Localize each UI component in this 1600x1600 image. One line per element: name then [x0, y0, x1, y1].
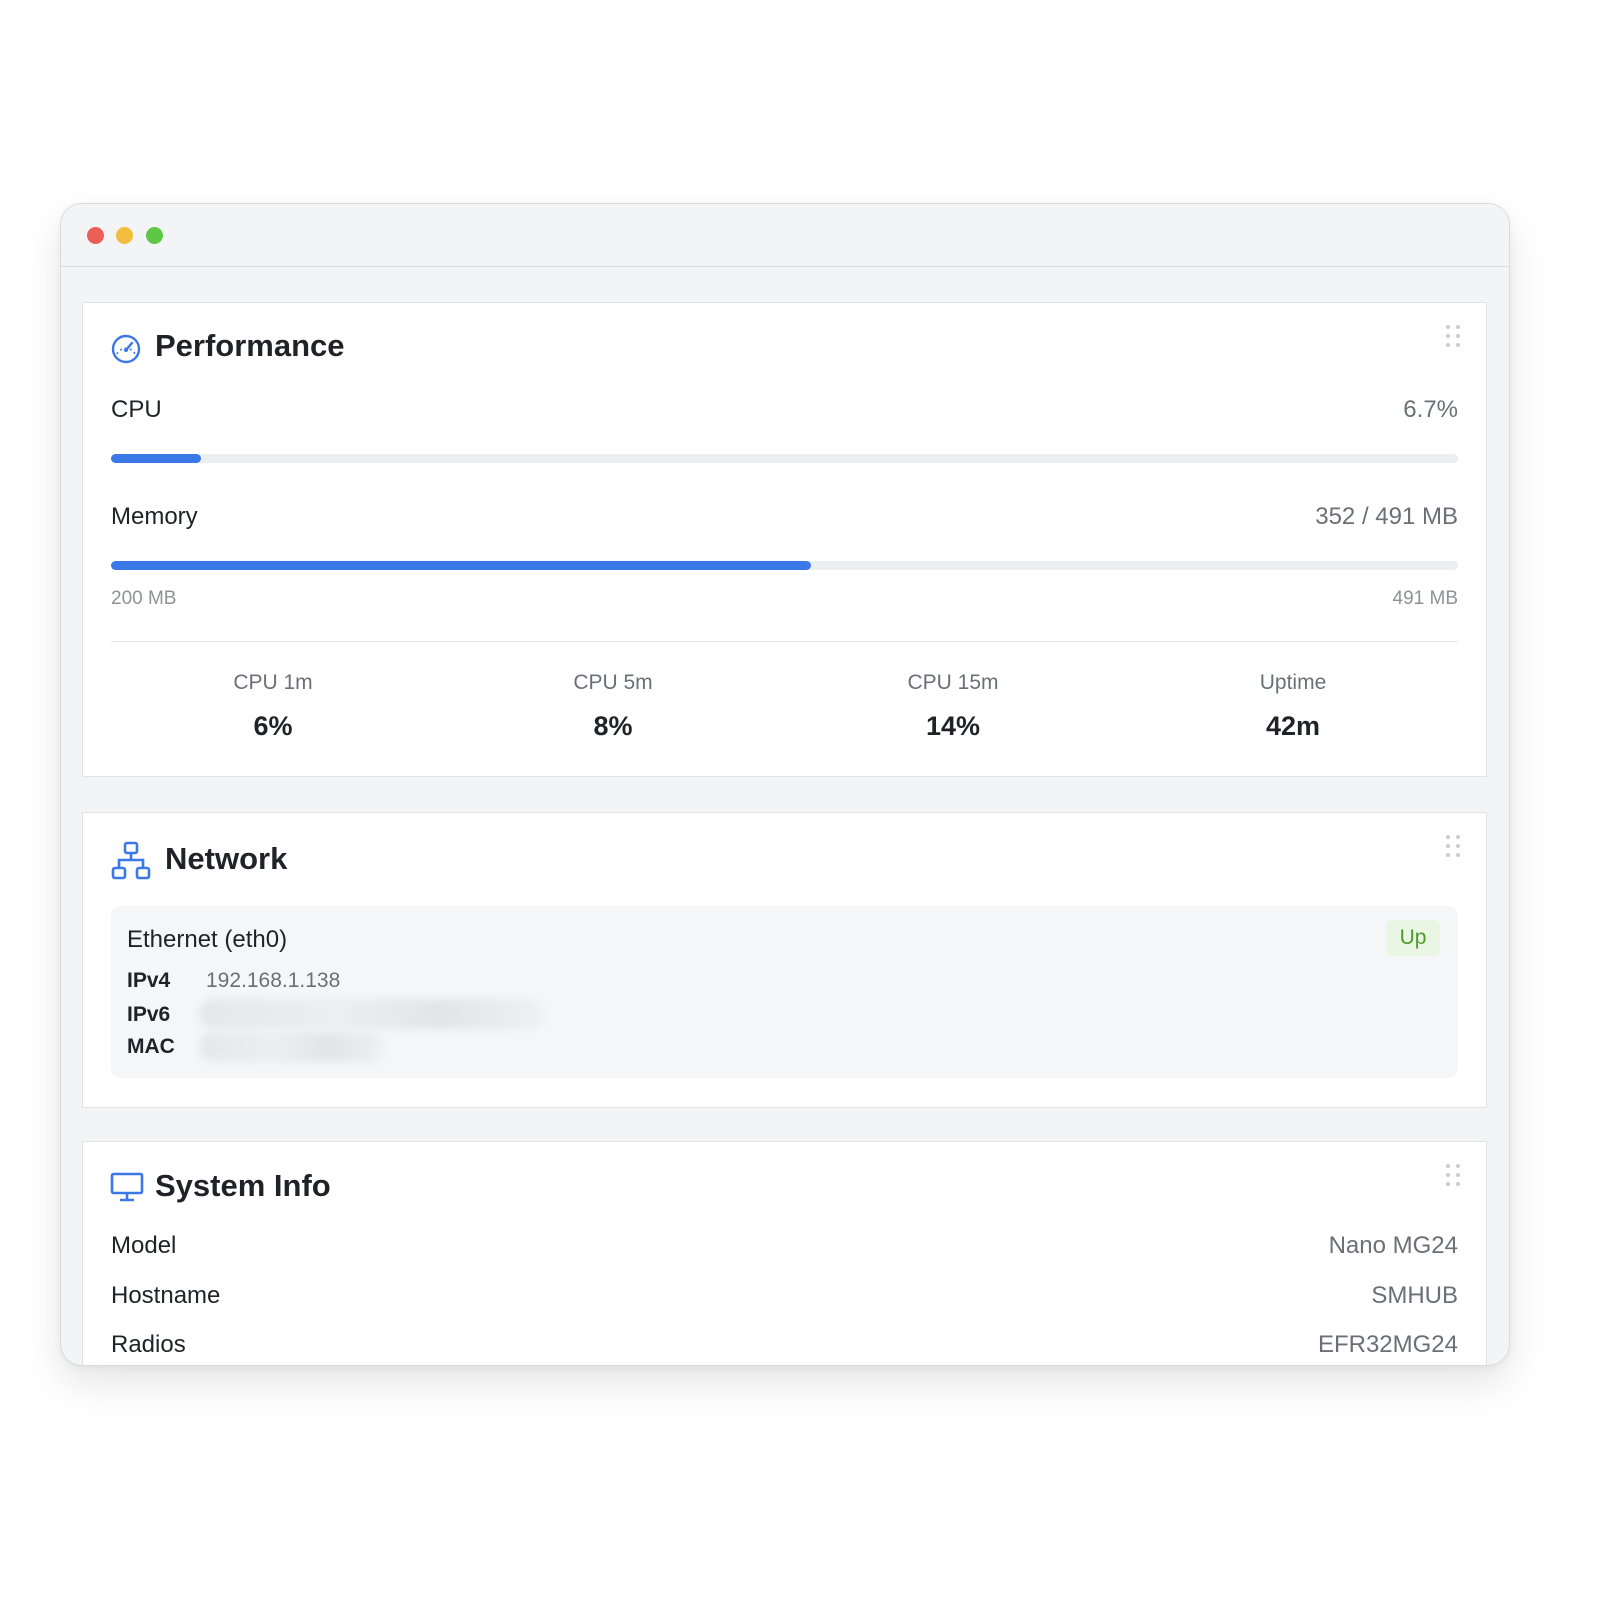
memory-max-label: 491 MB	[1392, 588, 1458, 609]
memory-progress-bar	[111, 561, 1458, 570]
stat-label: Uptime	[1259, 671, 1327, 694]
stats-divider	[111, 641, 1458, 642]
stat-value: 6%	[253, 711, 293, 741]
drag-handle-icon[interactable]	[1444, 835, 1462, 859]
minimize-window-button[interactable]	[116, 227, 133, 244]
ipv4-label: IPv4	[127, 969, 171, 992]
model-label: Model	[111, 1232, 177, 1259]
mac-label: MAC	[127, 1035, 175, 1058]
app-window: Performance CPU 6.7% Memory 352 / 491 MB…	[60, 203, 1510, 1366]
cpu-progress-fill	[111, 454, 202, 463]
drag-handle-icon[interactable]	[1444, 1164, 1462, 1188]
hostname-value: SMHUB	[1371, 1282, 1458, 1309]
title-bar	[61, 204, 1509, 267]
performance-title: Performance	[155, 328, 345, 363]
stat-label: CPU 15m	[907, 671, 999, 694]
stat-cpu-1m: CPU 1m 6%	[123, 671, 423, 742]
memory-progress-fill	[111, 561, 812, 570]
stat-label: CPU 1m	[233, 671, 313, 694]
gauge-icon	[111, 334, 141, 364]
stat-cpu-15m: CPU 15m 14%	[803, 671, 1103, 742]
memory-min-label: 200 MB	[111, 588, 177, 609]
ipv6-value-redacted	[199, 999, 544, 1029]
stat-uptime: Uptime 42m	[1143, 671, 1443, 742]
cpu-value: 6.7%	[1403, 396, 1458, 423]
model-value: Nano MG24	[1328, 1232, 1458, 1259]
performance-card: Performance CPU 6.7% Memory 352 / 491 MB…	[82, 302, 1487, 777]
network-card: Network Ethernet (eth0) Up IPv4 192.168.…	[82, 812, 1487, 1108]
system-info-card: System Info Model Nano MG24 Hostname SMH…	[82, 1141, 1487, 1365]
interface-name: Ethernet (eth0)	[127, 926, 288, 953]
radios-value: EFR32MG24	[1317, 1331, 1458, 1358]
network-icon	[111, 841, 151, 880]
network-title: Network	[165, 841, 288, 876]
stat-value: 8%	[593, 711, 633, 741]
stat-value: 42m	[1265, 711, 1321, 741]
close-window-button[interactable]	[87, 227, 104, 244]
cpu-label: CPU	[111, 396, 162, 423]
system-info-title: System Info	[155, 1168, 331, 1203]
drag-handle-icon[interactable]	[1444, 325, 1462, 349]
maximize-window-button[interactable]	[146, 227, 163, 244]
monitor-icon	[110, 1172, 144, 1202]
ipv4-value: 192.168.1.138	[206, 969, 341, 992]
interface-panel-eth0: Ethernet (eth0) Up IPv4 192.168.1.138 IP…	[111, 906, 1458, 1078]
cpu-progress-bar	[111, 454, 1458, 463]
radios-label: Radios	[111, 1331, 186, 1358]
stat-label: CPU 5m	[573, 671, 653, 694]
ipv6-label: IPv6	[127, 1003, 171, 1026]
memory-label: Memory	[111, 503, 198, 530]
memory-value: 352 / 491 MB	[1315, 503, 1458, 530]
mac-value-redacted	[199, 1032, 384, 1062]
hostname-label: Hostname	[111, 1282, 221, 1309]
stat-cpu-5m: CPU 5m 8%	[463, 671, 763, 742]
status-badge: Up	[1386, 920, 1440, 956]
stat-value: 14%	[925, 711, 981, 741]
